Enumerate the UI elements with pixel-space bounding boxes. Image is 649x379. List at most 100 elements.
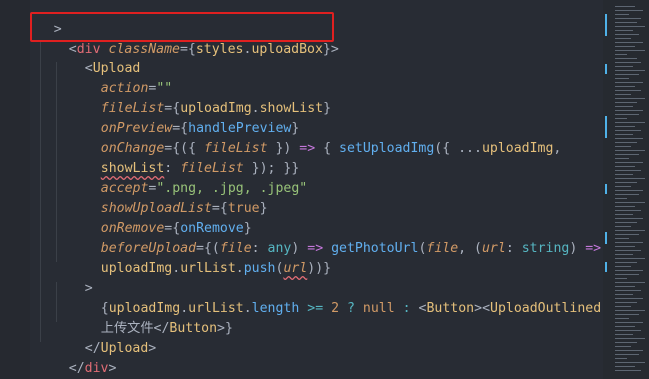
scroll-decoration [605, 64, 607, 74]
minimap-line [615, 354, 639, 355]
minimap-line [615, 86, 635, 87]
minimap-line [615, 134, 633, 135]
minimap-line [615, 142, 637, 143]
code-line-11[interactable]: beforeUpload={(file: any) => getPhotoUrl… [69, 219, 601, 256]
minimap-line [615, 50, 645, 51]
code-line-13[interactable]: > [53, 259, 93, 296]
minimap-line [615, 230, 645, 231]
minimap-line [615, 310, 645, 311]
minimap-line [615, 110, 643, 111]
minimap-line [615, 118, 627, 119]
minimap-line [615, 190, 643, 191]
minimap-line [615, 34, 639, 35]
minimap-line [615, 90, 641, 91]
minimap-line [615, 234, 639, 235]
code-line-3[interactable]: action="" [69, 59, 172, 96]
code-line-10[interactable]: onRemove={onRemove} [69, 199, 252, 236]
minimap-line [615, 194, 639, 195]
minimap-line [615, 126, 635, 127]
minimap-line [615, 238, 629, 239]
minimap-line [615, 26, 645, 27]
code-line-9[interactable]: showUploadList={true} [69, 179, 268, 216]
minimap-line [615, 326, 635, 327]
minimap-line [615, 54, 627, 55]
minimap-line [615, 62, 641, 63]
code-line-17[interactable]: </div> [37, 339, 117, 376]
minimap-line [615, 146, 631, 147]
minimap-line [615, 246, 635, 247]
minimap-line [615, 186, 631, 187]
code-line-4[interactable]: fileList={uploadImg.showList} [69, 79, 331, 116]
code-text: styles [195, 42, 244, 57]
minimap-line [615, 154, 639, 155]
minimap-line [615, 218, 643, 219]
highlight-box [30, 12, 334, 42]
minimap-line [615, 306, 631, 307]
minimap-line [615, 102, 637, 103]
minimap-line [615, 18, 641, 19]
scroll-decoration [605, 262, 607, 272]
minimap-line [615, 346, 631, 347]
scroll-decoration [605, 116, 607, 138]
minimap-line [615, 82, 643, 83]
minimap-line [615, 94, 631, 95]
minimap-line [615, 22, 637, 23]
minimap-line [615, 10, 643, 11]
minimap-line [615, 170, 641, 171]
minimap-line [615, 250, 641, 251]
minimap-line [615, 122, 645, 123]
minimap-line [615, 330, 641, 331]
minimap-line [615, 262, 637, 263]
minimap-line [615, 182, 637, 183]
minimap-line [615, 270, 643, 271]
minimap-line [615, 226, 631, 227]
indent-guide [40, 42, 41, 342]
minimap-line [615, 294, 633, 295]
code-line-7[interactable]: showList: fileList }); }} [69, 139, 300, 176]
code-line-14[interactable]: {uploadImg.urlList.length >= 2 ? null : … [69, 279, 625, 316]
minimap-line [615, 138, 643, 139]
code-line-2[interactable]: <Upload [53, 39, 141, 76]
minimap-line [615, 158, 629, 159]
minimap-line [615, 130, 641, 131]
minimap-line [615, 350, 643, 351]
minimap-line [615, 74, 639, 75]
code-line-15[interactable]: 上传文件</Button>} [69, 299, 233, 336]
code-line-6[interactable]: onChange={({ fileList }) => { setUploadI… [69, 119, 562, 156]
minimap-line [615, 66, 633, 67]
minimap-line [615, 174, 633, 175]
minimap-line [615, 258, 645, 259]
minimap-line [615, 150, 645, 151]
code-line-16[interactable]: </Upload> [53, 319, 156, 356]
minimap-line [615, 6, 635, 7]
minimap-line [615, 338, 645, 339]
minimap-line [615, 278, 627, 279]
minimap-line [615, 282, 645, 283]
minimap-line [615, 178, 645, 179]
scroll-decoration [605, 14, 607, 36]
minimap-line [615, 274, 639, 275]
minimap-line [615, 314, 639, 315]
minimap-line [615, 362, 645, 363]
minimap-line [615, 366, 635, 367]
minimap-line [615, 254, 633, 255]
code-line-8[interactable]: accept=".png, .jpg, .jpeg" [69, 159, 307, 196]
code-line-5[interactable]: onPreview={handlePreview} [69, 99, 300, 136]
code-editor[interactable]: > <div className={styles.uploadBox}> <Up… [0, 0, 649, 379]
minimap-line [615, 342, 637, 343]
minimap-line [615, 46, 635, 47]
minimap-line [615, 286, 635, 287]
minimap-line [615, 42, 643, 43]
minimap-line [615, 334, 633, 335]
minimap-line [615, 298, 643, 299]
code-line-12[interactable]: uploadImg.urlList.push(url))} [69, 239, 331, 276]
minimap-line [615, 202, 645, 203]
minimap-line [615, 290, 641, 291]
minimap-line [615, 266, 631, 267]
minimap-line [615, 14, 629, 15]
minimap-line [615, 242, 643, 243]
minimap-line [615, 38, 631, 39]
minimap-line [615, 106, 633, 107]
minimap-line [615, 214, 633, 215]
minimap-line [615, 358, 627, 359]
